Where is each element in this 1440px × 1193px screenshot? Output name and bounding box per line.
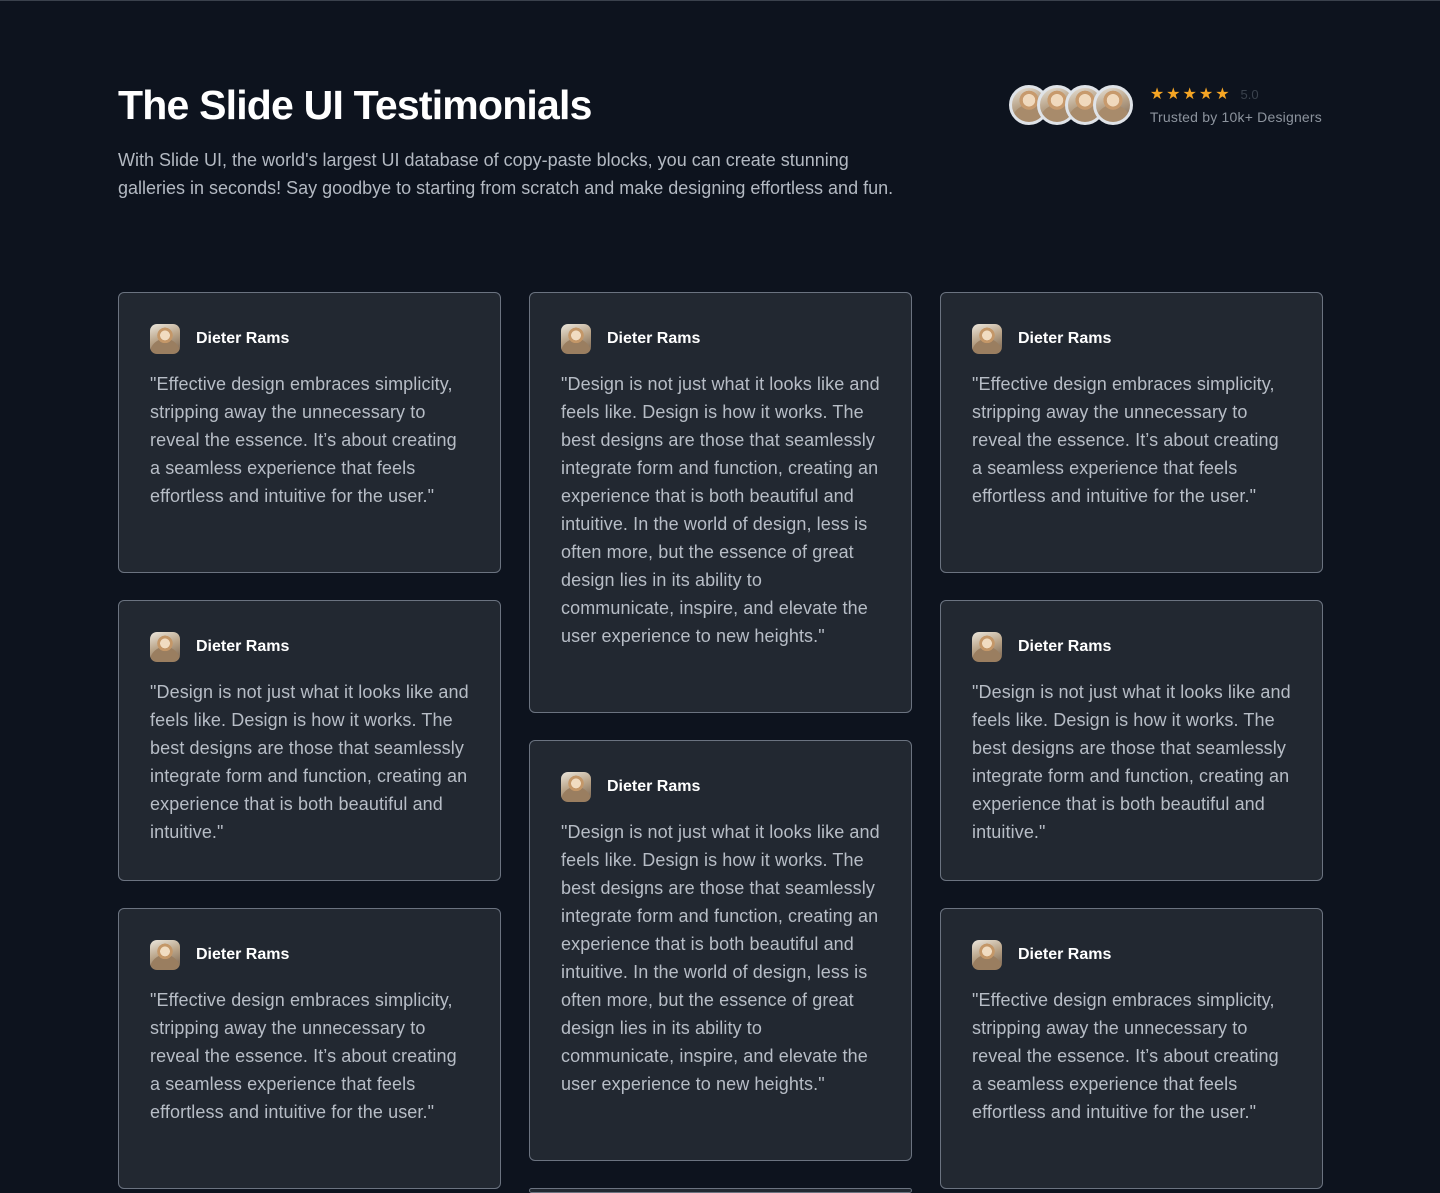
testimonial-card: Dieter Rams "Design is not just what it … — [940, 600, 1323, 881]
card-header: Dieter Rams — [150, 940, 469, 970]
author-name: Dieter Rams — [196, 946, 290, 963]
author-name: Dieter Rams — [196, 638, 290, 655]
testimonial-quote: "Effective design embraces simplicity, s… — [150, 990, 457, 1122]
testimonial-card: Dieter Rams "Design is not just what it … — [529, 292, 912, 713]
testimonial-quote: "Effective design embraces simplicity, s… — [972, 990, 1279, 1122]
star-icon: ★ — [1149, 84, 1165, 103]
author-name: Dieter Rams — [1018, 638, 1112, 655]
testimonial-quote: "Design is not just what it looks like a… — [561, 374, 880, 646]
avatar — [150, 940, 180, 970]
page-title: The Slide UI Testimonials — [118, 82, 592, 128]
page-subtitle: With Slide UI, the world's largest UI da… — [118, 150, 894, 198]
star-icon: ★ — [1215, 84, 1230, 103]
testimonial-card: Dieter Rams "Effective design embraces s… — [940, 292, 1323, 573]
testimonial-card: Dieter Rams "Effective design embraces s… — [118, 292, 501, 573]
card-header: Dieter Rams — [561, 772, 880, 802]
top-border-line — [0, 0, 1440, 1]
testimonial-quote: "Effective design embraces simplicity, s… — [972, 374, 1279, 506]
avatar — [972, 632, 1002, 662]
star-icon: ★ — [1182, 84, 1197, 103]
testimonial-quote: "Design is not just what it looks like a… — [972, 682, 1291, 842]
author-name: Dieter Rams — [1018, 946, 1112, 963]
trust-badge: ★ ★ ★ ★ ★ 5.0 Trusted by 10k+ Designers — [1008, 80, 1322, 130]
testimonial-quote: "Effective design embraces simplicity, s… — [150, 374, 457, 506]
testimonial-quote: "Design is not just what it looks like a… — [150, 682, 469, 842]
card-header: Dieter Rams — [972, 940, 1291, 970]
star-icon: ★ — [1198, 84, 1214, 103]
testimonial-card-partial — [529, 1188, 912, 1193]
author-name: Dieter Rams — [607, 330, 701, 347]
rating-stars: ★ ★ ★ ★ ★ 5.0 — [1150, 83, 1322, 105]
avatar — [150, 632, 180, 662]
testimonial-card: Dieter Rams "Effective design embraces s… — [940, 908, 1323, 1189]
card-header: Dieter Rams — [972, 324, 1291, 354]
card-header: Dieter Rams — [972, 632, 1291, 662]
avatar-group — [1008, 85, 1133, 125]
card-header: Dieter Rams — [150, 632, 469, 662]
testimonial-card: Dieter Rams "Design is not just what it … — [118, 600, 501, 881]
testimonial-quote: "Design is not just what it looks like a… — [561, 822, 880, 1094]
testimonial-card: Dieter Rams "Effective design embraces s… — [118, 908, 501, 1189]
trusted-text: Trusted by 10k+ Designers — [1149, 109, 1322, 125]
card-header: Dieter Rams — [561, 324, 880, 354]
author-name: Dieter Rams — [1018, 330, 1112, 347]
avatar — [972, 940, 1002, 970]
avatar — [561, 772, 591, 802]
avatar — [1092, 85, 1133, 125]
card-header: Dieter Rams — [150, 324, 469, 354]
avatar — [972, 324, 1002, 354]
author-name: Dieter Rams — [607, 778, 701, 795]
rating-block: ★ ★ ★ ★ ★ 5.0 Trusted by 10k+ Designers — [1150, 83, 1322, 127]
rating-score: 5.0 — [1240, 86, 1259, 102]
testimonial-card: Dieter Rams "Design is not just what it … — [529, 740, 912, 1161]
avatar — [561, 324, 591, 354]
star-icon: ★ — [1166, 84, 1181, 103]
author-name: Dieter Rams — [196, 330, 290, 347]
avatar — [150, 324, 180, 354]
